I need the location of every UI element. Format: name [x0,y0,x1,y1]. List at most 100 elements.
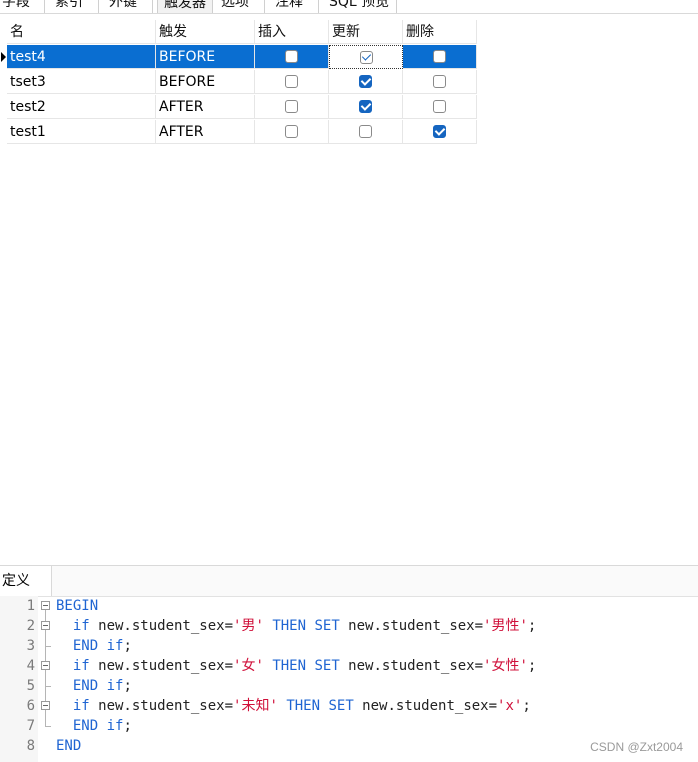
column-header-delete[interactable]: 删除 [403,20,477,44]
delete-cell [403,70,477,94]
insert-cell [255,95,329,119]
fold-toggle-icon[interactable] [41,621,50,630]
code-text: BEGIN [56,596,98,616]
fold-toggle-icon[interactable] [41,661,50,670]
trigger-name-cell[interactable]: test1 [7,120,156,144]
column-header-trigger-timing[interactable]: 触发 [156,20,255,44]
sql-string: '女' [233,658,264,674]
sql-text: new.student_sex= [89,658,234,674]
fold-end-marker [45,686,51,687]
code-text: END if; [56,636,132,656]
tab-foreign-keys[interactable]: 外键 [109,0,137,13]
insert-checkbox[interactable] [284,125,298,138]
sql-string: '未知' [233,698,278,714]
fold-guide [45,716,46,726]
line-number: 5 [26,678,35,694]
trigger-timing-cell[interactable]: AFTER [156,120,255,144]
sql-string: 'x' [497,698,523,714]
line-number: 7 [26,718,35,734]
insert-checkbox[interactable] [284,100,298,113]
tab-divider [44,0,45,13]
sql-text: new.student_sex= [89,618,234,634]
sql-keyword: END if [72,718,124,734]
sql-keyword: THEN SET [272,618,340,634]
row-marker [0,120,7,145]
fold-guide [45,656,46,661]
code-text: if new.student_sex='男' THEN SET new.stud… [56,616,536,636]
tab-triggers[interactable]: 触发器 [157,0,213,13]
delete-checkbox[interactable] [432,50,446,63]
sql-keyword: THEN SET [272,658,340,674]
fold-toggle-icon[interactable] [41,701,50,710]
insert-cell [255,45,329,69]
update-cell [329,95,403,119]
sql-text: ; [123,678,132,694]
column-header-update[interactable]: 更新 [329,20,403,44]
code-line: 2 if new.student_sex='男' THEN SET new.st… [0,616,698,636]
definition-panel: 定义 1 BEGIN 2 if new.student_sex='男' THEN S… [0,565,698,762]
sql-string: '女性' [483,658,528,674]
insert-checkbox[interactable] [284,50,298,63]
delete-checkbox[interactable] [432,75,446,88]
update-cell [329,70,403,94]
trigger-timing-cell[interactable]: BEFORE [156,45,255,69]
trigger-name-cell[interactable]: test4 [7,45,156,69]
code-line: 5 END if; [0,676,698,696]
delete-checkbox[interactable] [432,100,446,113]
delete-cell [403,45,477,69]
sql-text: ; [123,718,132,734]
line-number: 1 [26,598,35,614]
code-line: 1 BEGIN [0,596,698,616]
row-marker [0,70,7,95]
watermark: CSDN @Zxt2004 [590,740,683,754]
sql-string: '男性' [483,618,528,634]
tab-options[interactable]: 选项 [221,0,249,13]
column-header-name[interactable]: 名 [7,20,156,44]
sql-string: '男' [233,618,264,634]
sql-text: ; [527,658,537,674]
trigger-name-cell[interactable]: test2 [7,95,156,119]
tab-divider [318,0,319,13]
sql-text: ; [522,698,531,714]
update-checkbox[interactable] [358,125,372,138]
tab-definition[interactable]: 定义 [0,566,52,596]
update-checkbox[interactable] [358,75,372,88]
update-cell [329,120,403,144]
fold-toggle-icon[interactable] [41,601,50,610]
code-text: if new.student_sex='女' THEN SET new.stud… [56,656,536,676]
line-number: 3 [26,638,35,654]
tab-fields[interactable]: 字段 [2,0,30,13]
sql-keyword: if [72,698,90,714]
sql-text: ; [123,638,132,654]
tab-sql-preview[interactable]: SQL 预览 [329,0,389,13]
fold-end-marker [45,726,51,727]
sql-keyword: BEGIN [56,598,99,614]
tab-indexes[interactable]: 索引 [55,0,83,13]
code-text: END if; [56,676,132,696]
trigger-name-cell[interactable]: tset3 [7,70,156,94]
tab-comment[interactable]: 注释 [275,0,303,13]
delete-cell [403,120,477,144]
update-checkbox[interactable] [358,100,372,113]
insert-checkbox[interactable] [284,75,298,88]
line-number: 4 [26,658,35,674]
definition-tab-bar: 定义 [0,565,698,597]
code-text: END [56,736,81,756]
update-checkbox[interactable] [359,51,373,64]
trigger-timing-cell[interactable]: AFTER [156,95,255,119]
line-number: 2 [26,618,35,634]
insert-cell [255,70,329,94]
column-header-insert[interactable]: 插入 [255,20,329,44]
code-text: if new.student_sex='未知' THEN SET new.stu… [56,696,531,716]
delete-checkbox[interactable] [432,125,446,138]
update-cell [329,45,403,69]
sql-keyword: if [72,658,90,674]
insert-cell [255,120,329,144]
sql-keyword: THEN SET [286,698,354,714]
trigger-timing-cell[interactable]: BEFORE [156,70,255,94]
code-line: 7 END if; [0,716,698,736]
